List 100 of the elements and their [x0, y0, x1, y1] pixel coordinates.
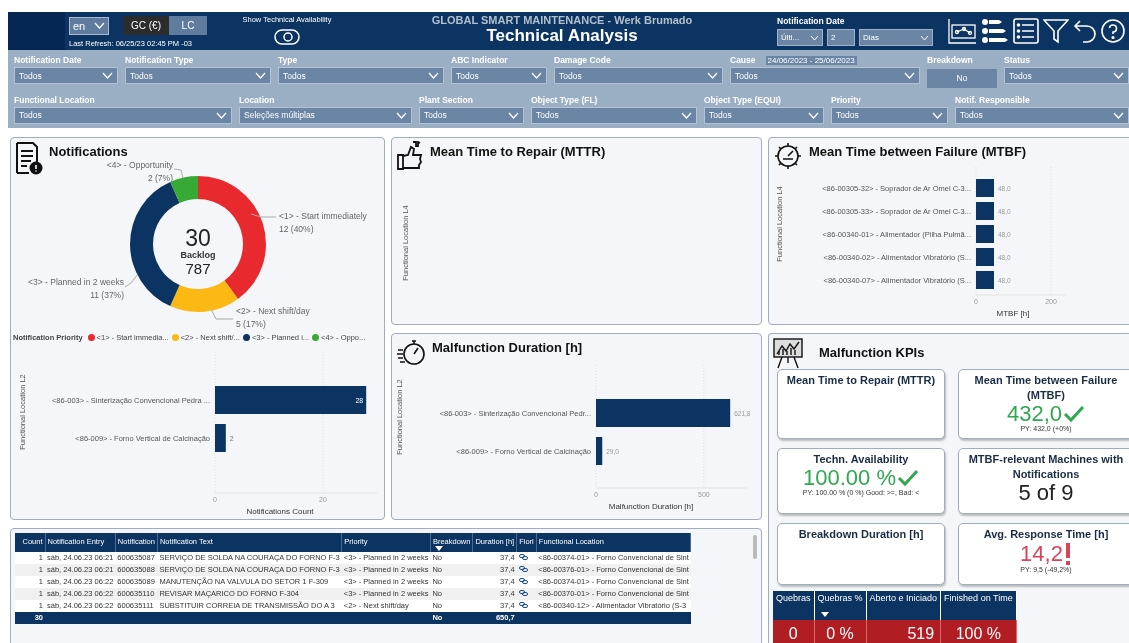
filter-label: Breakdown — [927, 55, 973, 65]
kpi-value: 432,0 — [1006, 402, 1063, 425]
filter-label: Cause — [730, 55, 756, 65]
report-subtitle: GLOBAL SMART MAINTENANCE - Werk Brumado — [431, 14, 693, 26]
unit-dropdown[interactable]: Dias — [859, 29, 933, 46]
logo-area — [8, 12, 65, 50]
column-header[interactable]: Quebras % — [814, 590, 867, 620]
filter-dropdown[interactable]: Todos — [278, 67, 444, 84]
slice-value: 2 (7%) — [147, 172, 173, 183]
filter-label: Functional Location — [14, 94, 95, 105]
leader-line — [173, 168, 184, 178]
mode-dropdown[interactable]: Últi... — [777, 29, 823, 46]
filter-icon[interactable] — [1043, 18, 1069, 44]
filter-label: Location — [239, 94, 275, 105]
language-dropdown[interactable]: en — [69, 16, 109, 35]
caret-icon — [904, 72, 915, 79]
column-header[interactable]: Quebras — [773, 590, 815, 620]
check-icon — [1063, 404, 1086, 423]
column-header[interactable]: Aberto e Iniciado — [866, 590, 941, 620]
sort-icon — [820, 611, 829, 617]
thumbs-up-wrench-icon — [396, 140, 424, 171]
caret-icon — [508, 111, 519, 119]
filter-label: Priority — [831, 94, 861, 105]
caret-icon — [707, 72, 718, 79]
filter-dropdown[interactable]: Todos — [451, 67, 547, 84]
kpi-title: Mean Time to Repair (MTTR) — [786, 372, 936, 388]
leader-line — [124, 274, 138, 287]
filter-label: Notification Date — [777, 16, 846, 26]
caret-icon — [932, 111, 943, 119]
caret-icon — [681, 111, 692, 119]
toggle-switch[interactable] — [274, 29, 300, 45]
filter-dropdown[interactable]: Todos — [554, 67, 723, 84]
gear-gauge-icon — [773, 140, 803, 171]
filter-dropdown[interactable]: Todos — [831, 106, 948, 124]
filter-label: Status — [1004, 55, 1030, 65]
caret-icon — [255, 72, 266, 79]
slice-value: 11 (37%) — [90, 289, 124, 300]
document-alert-icon — [15, 140, 43, 175]
filter-label: Notification Date — [14, 55, 82, 65]
filter-dropdown[interactable]: Todos — [14, 106, 232, 124]
caret-icon — [1113, 72, 1124, 79]
kpi-title: Breakdown Duration [h] — [798, 526, 924, 542]
filter-dropdown[interactable]: Todos — [14, 67, 118, 84]
filter-dropdown[interactable]: Todos — [419, 106, 524, 124]
caret-icon — [810, 34, 819, 41]
diagram-icon[interactable] — [947, 18, 977, 44]
caret-icon — [102, 72, 113, 79]
exclamation-icon — [1063, 541, 1072, 566]
axis-title: Malfunction Duration [h] — [608, 501, 694, 511]
caret-icon — [1113, 111, 1124, 119]
slice-label: <1> - Start immediately — [279, 210, 367, 221]
chart-easel-icon — [773, 336, 803, 369]
card-title: Notifications — [49, 142, 128, 159]
caret-icon — [94, 22, 105, 29]
filter-dropdown[interactable]: Todos — [955, 106, 1129, 124]
card-title: Mean Time to Repair (MTTR) — [430, 142, 606, 159]
card-title: Mean Time between Failure (MTBF) — [809, 142, 1027, 159]
kpi-title: MTBF-relevant Machines with Notifications — [967, 451, 1125, 482]
check-icon — [897, 468, 919, 487]
kpi-value: 14,2 — [1020, 542, 1063, 565]
slice-value: 12 (40%) — [279, 223, 314, 234]
filter-dropdown[interactable]: Todos — [704, 106, 824, 124]
slice-label: <3> - Planned in 2 weeks — [28, 276, 124, 287]
leader-line — [250, 213, 277, 217]
filter-dropdown[interactable]: Seleções múltiplas — [239, 106, 412, 124]
currency-button[interactable]: GC (€) — [123, 16, 169, 35]
currency-button[interactable]: LC — [169, 16, 207, 35]
ranking-icon[interactable] — [981, 18, 1009, 44]
axis-title: MTBF [h] — [996, 308, 1030, 318]
list-icon[interactable] — [1013, 18, 1039, 44]
undo-icon[interactable] — [1073, 18, 1097, 44]
kpi-title: Mean Time between Failure (MTBF) — [973, 372, 1119, 403]
filter-label: Type — [278, 55, 298, 65]
filter-label: ABC Indicator — [451, 55, 508, 65]
center-label: Backlog — [180, 249, 216, 260]
date-range[interactable]: 24/06/2023 - 25/06/2023 — [765, 55, 857, 65]
card-title: Malfunction KPIs — [819, 343, 925, 360]
filter-dropdown[interactable]: Todos — [125, 67, 271, 84]
axis-title: Notifications Count — [246, 506, 314, 516]
kpi-value: 100.00 % — [803, 466, 896, 489]
scrollbar[interactable] — [753, 534, 757, 559]
filter-label: Object Type (EQUI) — [704, 94, 781, 105]
backlog-value: 787 — [185, 259, 211, 277]
slice-label: <2> - Next shift/day — [236, 305, 310, 316]
caret-icon — [216, 111, 227, 119]
filter-button[interactable]: No — [927, 68, 997, 88]
card-title: Malfunction Duration [h] — [432, 338, 583, 355]
report-title: Technical Analysis — [486, 26, 638, 46]
amount-field[interactable]: 2 — [827, 29, 855, 46]
column-header[interactable]: Finished on Time — [940, 590, 1017, 620]
filter-dropdown[interactable]: Todos — [531, 106, 697, 124]
filter-dropdown[interactable]: Todos — [1004, 67, 1129, 84]
help-icon[interactable] — [1101, 18, 1125, 44]
kpi-title: Techn. Availability — [813, 451, 909, 467]
caret-icon — [920, 34, 929, 41]
filter-dropdown[interactable]: Todos — [730, 67, 920, 84]
leader-line — [210, 308, 234, 319]
table-cell: 0 — [773, 619, 815, 643]
filter-label: Object Type (FL) — [531, 94, 598, 105]
filter-label: Damage Code — [554, 55, 611, 65]
